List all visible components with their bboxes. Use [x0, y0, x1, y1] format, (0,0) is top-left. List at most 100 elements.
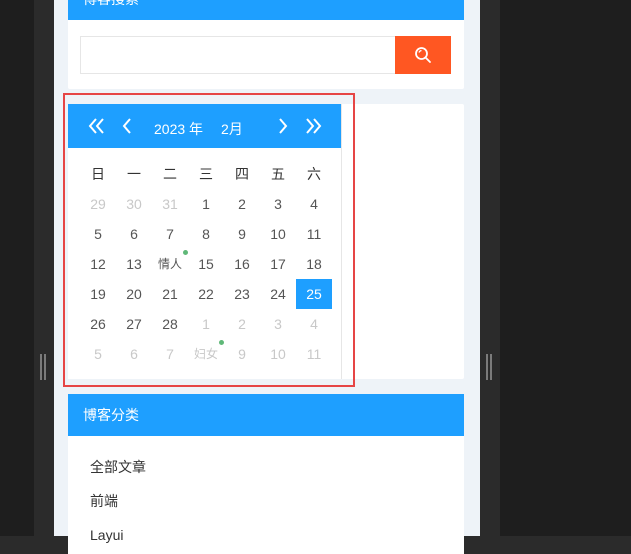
- prev-month-button[interactable]: [118, 104, 136, 148]
- date-cell[interactable]: 3: [260, 189, 296, 219]
- date-cell[interactable]: 1: [188, 189, 224, 219]
- date-cell-label: 30: [126, 196, 142, 212]
- date-cell-holiday[interactable]: 妇女: [188, 339, 224, 369]
- date-cell-label: 26: [90, 316, 106, 332]
- date-cell[interactable]: 1: [188, 309, 224, 339]
- date-cell-label: 13: [126, 256, 142, 272]
- right-gutter: [480, 0, 500, 536]
- date-cell[interactable]: 7: [152, 339, 188, 369]
- weekday-label: 日: [91, 166, 105, 182]
- date-cell[interactable]: 17: [260, 249, 296, 279]
- weekday-label: 二: [163, 166, 177, 182]
- month-label[interactable]: 2月: [221, 104, 243, 148]
- date-cell[interactable]: 4: [296, 189, 332, 219]
- date-cell-holiday[interactable]: 情人: [152, 249, 188, 279]
- chevron-left-icon: [122, 118, 131, 134]
- double-chevron-left-icon: [88, 118, 104, 134]
- date-cell-label: 10: [270, 346, 286, 362]
- year-label[interactable]: 2023 年: [154, 104, 203, 148]
- date-cell[interactable]: 18: [296, 249, 332, 279]
- search-card: 博客搜索: [68, 0, 464, 89]
- right-edge-panel: [500, 0, 631, 536]
- sidebar-column: 博客搜索: [54, 0, 480, 554]
- category-item[interactable]: 全部文章: [90, 450, 464, 484]
- date-cell-label: 2: [238, 196, 246, 212]
- date-cell-label: 10: [270, 226, 286, 242]
- date-cell-label: 3: [274, 316, 282, 332]
- category-item[interactable]: 前端: [90, 484, 464, 518]
- date-cell[interactable]: 11: [296, 339, 332, 369]
- date-cell[interactable]: 8: [188, 219, 224, 249]
- chevron-right-icon: [279, 118, 288, 134]
- weekday-label: 六: [307, 166, 321, 182]
- double-chevron-right-icon: [306, 118, 322, 134]
- date-cell[interactable]: 31: [152, 189, 188, 219]
- date-cell-label: 9: [238, 226, 246, 242]
- date-cell[interactable]: 9: [224, 219, 260, 249]
- date-row: 29 30 31 1 2 3 4: [80, 189, 332, 219]
- category-card-title: 博客分类: [68, 394, 464, 436]
- weekday-label: 五: [271, 166, 285, 182]
- date-cell[interactable]: 6: [116, 339, 152, 369]
- prev-year-button[interactable]: [86, 104, 108, 148]
- left-edge-panel: [0, 0, 34, 536]
- date-cell-label: 25: [306, 286, 322, 302]
- search-icon: [415, 47, 431, 63]
- date-cell[interactable]: 9: [224, 339, 260, 369]
- date-cell[interactable]: 3: [260, 309, 296, 339]
- date-row: 12 13 情人 15 16 17 18: [80, 249, 332, 279]
- date-row: 5 6 7 妇女 9 10 11: [80, 339, 332, 369]
- search-row: [80, 36, 451, 74]
- date-cell[interactable]: 2: [224, 189, 260, 219]
- date-cell[interactable]: 20: [116, 279, 152, 309]
- weekday-label: 四: [235, 166, 249, 182]
- date-cell-label: 27: [126, 316, 142, 332]
- date-cell[interactable]: 26: [80, 309, 116, 339]
- date-cell[interactable]: 7: [152, 219, 188, 249]
- date-cell-label: 7: [166, 226, 174, 242]
- next-month-button[interactable]: [274, 104, 292, 148]
- date-cell[interactable]: 10: [260, 219, 296, 249]
- category-list: 全部文章 前端 Layui: [68, 436, 464, 552]
- date-cell[interactable]: 29: [80, 189, 116, 219]
- category-item[interactable]: Layui: [90, 518, 464, 552]
- date-cell[interactable]: 4: [296, 309, 332, 339]
- date-cell[interactable]: 10: [260, 339, 296, 369]
- date-cell-label: 1: [202, 316, 210, 332]
- date-row: 26 27 28 1 2 3 4: [80, 309, 332, 339]
- search-button[interactable]: [395, 36, 451, 74]
- date-cell-label: 1: [202, 196, 210, 212]
- date-cell[interactable]: 30: [116, 189, 152, 219]
- date-cell[interactable]: 5: [80, 219, 116, 249]
- date-cell-selected[interactable]: 25: [296, 279, 332, 309]
- date-cell-label: 9: [238, 346, 246, 362]
- date-cell[interactable]: 23: [224, 279, 260, 309]
- date-cell[interactable]: 19: [80, 279, 116, 309]
- date-cell-label: 31: [162, 196, 178, 212]
- date-cell[interactable]: 2: [224, 309, 260, 339]
- date-cell[interactable]: 28: [152, 309, 188, 339]
- date-cell[interactable]: 22: [188, 279, 224, 309]
- date-cell[interactable]: 15: [188, 249, 224, 279]
- date-cell[interactable]: 5: [80, 339, 116, 369]
- date-cell[interactable]: 27: [116, 309, 152, 339]
- right-resize-handle[interactable]: [486, 354, 492, 380]
- date-cell[interactable]: 13: [116, 249, 152, 279]
- date-grid: 29 30 31 1 2 3 4 5 6 7 8 9 10 11 12 13 情人 15 16 17 18 19 20 21 2…: [80, 189, 332, 369]
- date-cell-label: 6: [130, 226, 138, 242]
- date-cell[interactable]: 11: [296, 219, 332, 249]
- date-cell[interactable]: 21: [152, 279, 188, 309]
- date-cell[interactable]: 16: [224, 249, 260, 279]
- next-year-button[interactable]: [302, 104, 324, 148]
- date-cell-label: 15: [198, 256, 214, 272]
- search-input[interactable]: [80, 36, 396, 74]
- date-cell-label: 3: [274, 196, 282, 212]
- left-resize-handle[interactable]: [40, 354, 46, 380]
- date-cell[interactable]: 12: [80, 249, 116, 279]
- date-cell-label: 23: [234, 286, 250, 302]
- date-cell-label: 2: [238, 316, 246, 332]
- date-cell-label: 妇女: [193, 347, 218, 361]
- weekday-label: 三: [199, 166, 213, 182]
- date-cell[interactable]: 24: [260, 279, 296, 309]
- date-cell[interactable]: 6: [116, 219, 152, 249]
